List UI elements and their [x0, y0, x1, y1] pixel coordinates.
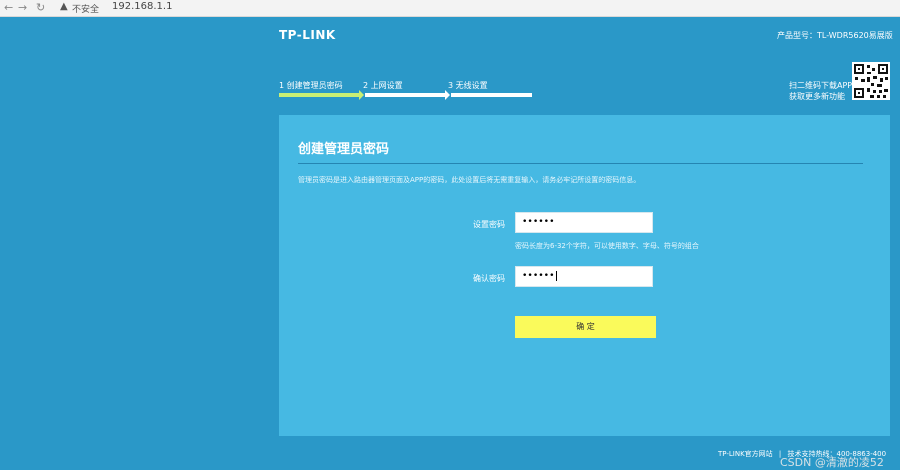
step-3-label: 3 无线设置 — [448, 81, 488, 90]
setup-panel: 创建管理员密码 管理员密码是进入路由器管理页面及APP的密码，此处设置后将无需重… — [279, 115, 890, 436]
step-2-label: 2 上网设置 — [363, 81, 403, 90]
confirm-password-value: •••••• — [522, 271, 555, 281]
warning-icon[interactable]: ▲ — [60, 1, 68, 12]
reload-icon[interactable]: ↻ — [36, 1, 45, 14]
official-site-link[interactable]: TP-LINK官方网站 — [718, 450, 773, 458]
forward-icon[interactable]: → — [18, 1, 27, 14]
security-status[interactable]: 不安全 — [72, 2, 99, 15]
confirm-password-label: 确认密码 — [473, 274, 505, 283]
product-model: 产品型号：TL-WDR5620易展版 — [777, 31, 893, 40]
step-2-chevron — [445, 90, 450, 100]
submit-button[interactable]: 确 定 — [515, 316, 656, 338]
text-cursor — [555, 270, 557, 281]
password-label: 设置密码 — [473, 220, 505, 229]
password-hint: 密码长度为6-32个字符，可以使用数字、字母、符号的组合 — [515, 242, 699, 250]
back-icon[interactable]: ← — [4, 1, 13, 14]
address-bar[interactable]: 192.168.1.1 — [112, 1, 172, 12]
browser-toolbar: ← → ↻ ▲ 不安全 192.168.1.1 — [0, 0, 900, 17]
qr-code-icon — [852, 62, 890, 100]
confirm-password-input[interactable]: •••••• — [515, 266, 653, 287]
step-1-label: 1 创建管理员密码 — [279, 81, 343, 90]
panel-description: 管理员密码是进入路由器管理页面及APP的密码，此处设置后将无需重复输入，请务必牢… — [298, 176, 641, 184]
panel-divider — [298, 163, 863, 164]
app-download-line2: 获取更多新功能 — [789, 92, 845, 101]
step-3-bar — [451, 93, 532, 97]
csdn-watermark: CSDN @清澈的凌52 — [780, 456, 884, 469]
panel-title: 创建管理员密码 — [298, 142, 390, 157]
app-download-text: 扫二维码下载APP 获取更多新功能 — [789, 80, 852, 102]
step-1-bar — [279, 93, 359, 97]
app-download-line1: 扫二维码下载APP — [789, 81, 853, 90]
password-input[interactable]: •••••• — [515, 212, 653, 233]
step-2-bar — [365, 93, 445, 97]
step-1-chevron — [359, 90, 364, 100]
tp-link-logo: TP-LINK — [279, 28, 336, 42]
